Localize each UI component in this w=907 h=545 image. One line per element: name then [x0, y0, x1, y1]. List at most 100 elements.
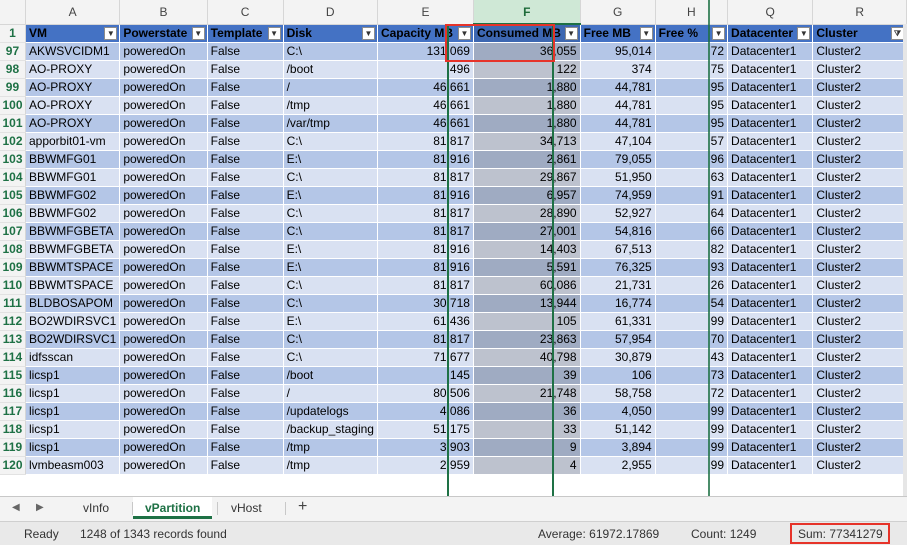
table-cell[interactable]: E:\: [283, 186, 378, 205]
table-cell[interactable]: 4,050: [580, 402, 656, 421]
tab-scroll-right-icon[interactable]: ▶: [36, 502, 44, 513]
table-cell[interactable]: 43: [655, 348, 729, 367]
table-cell[interactable]: 81,916: [377, 150, 474, 169]
table-cell[interactable]: Cluster2: [812, 384, 907, 403]
table-cell[interactable]: 81,817: [377, 276, 474, 295]
table-cell[interactable]: 39: [473, 366, 581, 385]
table-cell[interactable]: 57,954: [580, 330, 656, 349]
sheet-tab-vinfo[interactable]: vInfo: [71, 497, 121, 519]
table-cell[interactable]: 72: [655, 42, 729, 61]
table-cell[interactable]: 16,774: [580, 294, 656, 313]
table-cell[interactable]: Cluster2: [812, 348, 907, 367]
header-cell[interactable]: Disk ▼: [283, 24, 378, 43]
table-cell[interactable]: 145: [377, 366, 474, 385]
table-cell[interactable]: Cluster2: [812, 114, 907, 133]
column-header-g[interactable]: G: [580, 0, 656, 25]
table-cell[interactable]: 81,817: [377, 132, 474, 151]
table-cell[interactable]: 81,916: [377, 186, 474, 205]
table-cell[interactable]: Datacenter1: [727, 420, 814, 439]
table-cell[interactable]: BBWMFGBETA: [25, 222, 121, 241]
table-cell[interactable]: poweredOn: [119, 258, 208, 277]
table-cell[interactable]: poweredOn: [119, 348, 208, 367]
row-number[interactable]: 97: [0, 42, 26, 61]
table-cell[interactable]: /: [283, 78, 378, 97]
table-cell[interactable]: 2,955: [580, 456, 656, 475]
table-cell[interactable]: False: [207, 348, 284, 367]
table-cell[interactable]: C:\: [283, 222, 378, 241]
table-cell[interactable]: 5,591: [473, 258, 581, 277]
column-header-c[interactable]: C: [207, 0, 284, 25]
row-number[interactable]: 99: [0, 78, 26, 97]
table-cell[interactable]: 4,086: [377, 402, 474, 421]
table-cell[interactable]: poweredOn: [119, 240, 208, 259]
column-header-f[interactable]: F: [473, 0, 581, 25]
table-cell[interactable]: 40,798: [473, 348, 581, 367]
table-cell[interactable]: False: [207, 258, 284, 277]
table-cell[interactable]: poweredOn: [119, 456, 208, 475]
table-cell[interactable]: 105: [473, 312, 581, 331]
table-cell[interactable]: 73: [655, 366, 729, 385]
table-cell[interactable]: False: [207, 366, 284, 385]
table-cell[interactable]: BBWMFG02: [25, 204, 121, 223]
table-cell[interactable]: C:\: [283, 276, 378, 295]
row-number[interactable]: 109: [0, 258, 26, 277]
table-cell[interactable]: Cluster2: [812, 204, 907, 223]
table-cell[interactable]: 95: [655, 78, 729, 97]
table-cell[interactable]: 26: [655, 276, 729, 295]
row-number[interactable]: 116: [0, 384, 26, 403]
table-cell[interactable]: 1,880: [473, 114, 581, 133]
table-cell[interactable]: 46,661: [377, 96, 474, 115]
table-cell[interactable]: 30,718: [377, 294, 474, 313]
table-cell[interactable]: 81,817: [377, 330, 474, 349]
table-cell[interactable]: BLDBOSAPOM: [25, 294, 121, 313]
table-cell[interactable]: BBWMTSPACE: [25, 258, 121, 277]
table-cell[interactable]: E:\: [283, 240, 378, 259]
table-cell[interactable]: 29,867: [473, 168, 581, 187]
filter-dropdown-icon[interactable]: ▼: [639, 26, 653, 40]
table-cell[interactable]: /: [283, 384, 378, 403]
table-cell[interactable]: lvmbeasm003: [25, 456, 121, 475]
table-cell[interactable]: Cluster2: [812, 186, 907, 205]
table-cell[interactable]: 21,731: [580, 276, 656, 295]
table-cell[interactable]: 81,916: [377, 240, 474, 259]
table-cell[interactable]: 2,959: [377, 456, 474, 475]
filter-dropdown-icon[interactable]: ▼: [361, 26, 375, 40]
table-cell[interactable]: /var/tmp: [283, 114, 378, 133]
table-cell[interactable]: poweredOn: [119, 222, 208, 241]
table-cell[interactable]: 3,903: [377, 438, 474, 457]
table-cell[interactable]: BBWMFG02: [25, 186, 121, 205]
table-cell[interactable]: Datacenter1: [727, 276, 814, 295]
row-number[interactable]: 114: [0, 348, 26, 367]
table-cell[interactable]: False: [207, 78, 284, 97]
table-cell[interactable]: Datacenter1: [727, 402, 814, 421]
table-cell[interactable]: Cluster2: [812, 294, 907, 313]
table-cell[interactable]: C:\: [283, 132, 378, 151]
table-cell[interactable]: /tmp: [283, 96, 378, 115]
table-cell[interactable]: BBWMFG01: [25, 150, 121, 169]
table-cell[interactable]: 81,817: [377, 204, 474, 223]
table-cell[interactable]: 70: [655, 330, 729, 349]
filter-dropdown-icon[interactable]: ▼: [712, 26, 726, 40]
table-cell[interactable]: 46,661: [377, 114, 474, 133]
table-cell[interactable]: 75: [655, 60, 729, 79]
table-cell[interactable]: 3,894: [580, 438, 656, 457]
table-cell[interactable]: Cluster2: [812, 60, 907, 79]
table-cell[interactable]: BBWMFG01: [25, 168, 121, 187]
filter-dropdown-icon[interactable]: ▼: [191, 26, 205, 40]
table-cell[interactable]: poweredOn: [119, 276, 208, 295]
table-cell[interactable]: poweredOn: [119, 294, 208, 313]
table-cell[interactable]: 51,175: [377, 420, 474, 439]
table-cell[interactable]: C:\: [283, 204, 378, 223]
table-cell[interactable]: 374: [580, 60, 656, 79]
table-cell[interactable]: BBWMTSPACE: [25, 276, 121, 295]
table-cell[interactable]: 64: [655, 204, 729, 223]
row-number[interactable]: 120: [0, 456, 26, 475]
table-cell[interactable]: Cluster2: [812, 276, 907, 295]
table-cell[interactable]: C:\: [283, 330, 378, 349]
table-cell[interactable]: Cluster2: [812, 42, 907, 61]
table-cell[interactable]: poweredOn: [119, 366, 208, 385]
table-cell[interactable]: Cluster2: [812, 312, 907, 331]
table-cell[interactable]: poweredOn: [119, 78, 208, 97]
table-cell[interactable]: 6,957: [473, 186, 581, 205]
vertical-scrollbar[interactable]: [903, 24, 907, 496]
